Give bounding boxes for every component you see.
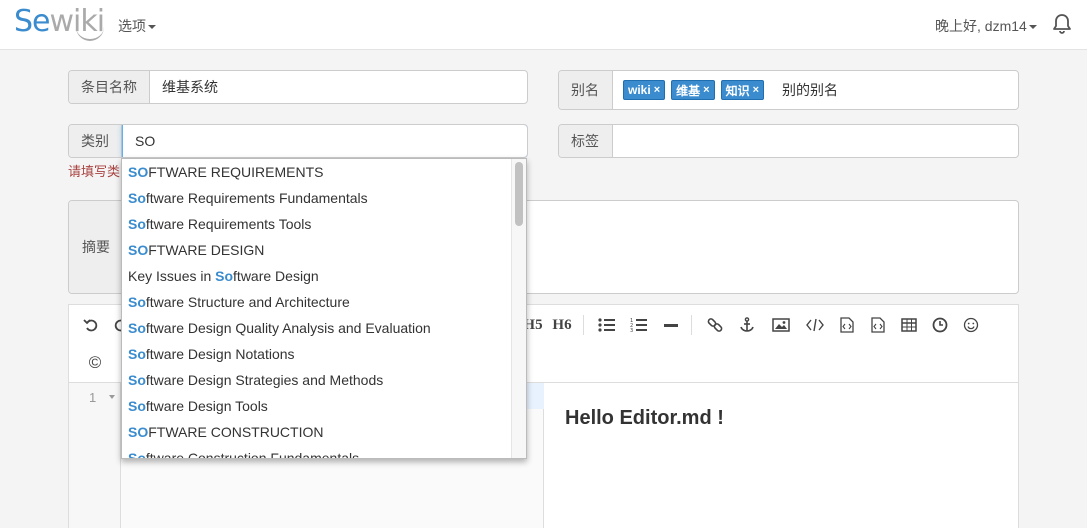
autocomplete-item-rest: ftware Design Tools <box>145 398 268 414</box>
toolbar-divider <box>583 315 584 335</box>
editor-preview-pane: Hello Editor.md ! <box>545 383 1018 528</box>
autocomplete-item[interactable]: Software Requirements Fundamentals <box>122 185 526 211</box>
autocomplete-item-rest: ftware Design <box>233 268 319 284</box>
category-field-group: 类别 SO <box>68 124 528 158</box>
alias-tag: wiki × <box>623 80 666 100</box>
undo-icon[interactable] <box>79 313 103 337</box>
scrollbar-thumb[interactable] <box>515 162 523 226</box>
alias-input[interactable]: wiki × 维基 × 知识 × 别的别名 <box>613 71 1018 109</box>
remove-tag-icon[interactable]: × <box>703 84 709 96</box>
greeting-label: 晚上好, dzm14 <box>935 18 1027 34</box>
dropdown-scrollbar[interactable] <box>511 159 526 458</box>
autocomplete-item-match: So <box>128 372 146 388</box>
autocomplete-item-rest: ftware Design Quality Analysis and Evalu… <box>145 320 431 336</box>
link-icon[interactable] <box>703 313 727 337</box>
svg-text:3: 3 <box>630 328 633 333</box>
tags-field-group: 标签 <box>558 124 1019 158</box>
autocomplete-item[interactable]: Software Construction Fundamentals <box>122 445 526 459</box>
line-gutter: 1 <box>69 383 121 528</box>
autocomplete-item-rest: ftware Design Notations <box>145 346 295 362</box>
autocomplete-item-match: So <box>128 320 146 336</box>
table-icon[interactable] <box>897 313 921 337</box>
remove-tag-icon[interactable]: × <box>654 84 660 96</box>
autocomplete-item-match: So <box>215 268 234 284</box>
tags-input[interactable] <box>613 125 1018 157</box>
autocomplete-item-rest: ftware Structure and Architecture <box>145 294 350 310</box>
user-menu[interactable]: 晚上好, dzm14 <box>935 16 1037 36</box>
autocomplete-list: SOFTWARE REQUIREMENTS Software Requiremen… <box>122 159 526 459</box>
autocomplete-item-match: So <box>128 398 146 414</box>
autocomplete-item-rest: FTWARE REQUIREMENTS <box>148 164 324 180</box>
alias-tag: 维基 × <box>671 80 715 100</box>
bell-icon[interactable] <box>1050 12 1074 36</box>
anchor-icon[interactable] <box>735 313 759 337</box>
summary-label: 摘要 <box>69 201 124 293</box>
autocomplete-item[interactable]: Software Design Tools <box>122 393 526 419</box>
autocomplete-item-match: So <box>128 346 146 362</box>
name-label: 条目名称 <box>69 71 150 103</box>
category-error-message: 请填写类 <box>68 164 121 179</box>
autocomplete-item-match: So <box>128 450 146 459</box>
autocomplete-item-match: So <box>128 294 146 310</box>
options-label: 选项 <box>118 18 146 34</box>
autocomplete-item-rest: FTWARE CONSTRUCTION <box>148 424 324 440</box>
code-block-icon[interactable] <box>835 313 859 337</box>
tags-label: 标签 <box>559 125 613 157</box>
alias-tag: 知识 × <box>720 80 765 100</box>
alias-tag-label: wiki <box>628 83 651 97</box>
chevron-down-icon <box>1028 25 1037 30</box>
autocomplete-item-match: So <box>128 216 146 232</box>
line-number: 1 <box>89 390 97 405</box>
chevron-down-icon <box>148 25 156 30</box>
autocomplete-item[interactable]: Key Issues in Software Design <box>122 263 526 289</box>
alias-label: 别名 <box>559 71 613 109</box>
autocomplete-item-match: SO <box>128 424 149 440</box>
category-autocomplete-dropdown: SOFTWARE REQUIREMENTS Software Requiremen… <box>121 158 527 459</box>
logo-se: Se <box>14 4 50 39</box>
remove-tag-icon[interactable]: × <box>753 84 759 96</box>
code-icon[interactable] <box>803 313 827 337</box>
autocomplete-item[interactable]: SOFTWARE DESIGN <box>122 237 526 263</box>
autocomplete-item[interactable]: Software Requirements Tools <box>122 211 526 237</box>
autocomplete-item-match: So <box>128 190 146 206</box>
h6-button[interactable]: H6 <box>550 313 574 337</box>
unordered-list-icon[interactable] <box>595 313 619 337</box>
preview-heading: Hello Editor.md ! <box>565 407 724 429</box>
name-field-group: 条目名称 维基系统 <box>68 70 528 104</box>
clock-icon[interactable] <box>928 313 952 337</box>
autocomplete-item-rest: ftware Design Strategies and Methods <box>145 372 384 388</box>
autocomplete-item-rest: FTWARE DESIGN <box>148 242 265 258</box>
autocomplete-item[interactable]: SOFTWARE REQUIREMENTS <box>122 159 526 185</box>
autocomplete-item[interactable]: Software Design Strategies and Methods <box>122 367 526 393</box>
category-label: 类别 <box>69 125 122 157</box>
autocomplete-item-match: SO <box>128 164 149 180</box>
alias-text-input[interactable]: 别的别名 <box>782 80 838 100</box>
autocomplete-item-rest: ftware Requirements Tools <box>145 216 312 232</box>
autocomplete-item[interactable]: Software Design Quality Analysis and Eva… <box>122 315 526 341</box>
name-input[interactable]: 维基系统 <box>150 71 527 103</box>
autocomplete-item[interactable]: Software Structure and Architecture <box>122 289 526 315</box>
horizontal-rule-icon[interactable] <box>659 313 683 337</box>
alias-field-group: 别名 wiki × 维基 × 知识 × 别的别名 <box>558 70 1019 110</box>
fold-arrow-icon[interactable] <box>109 395 115 399</box>
preformatted-text-icon[interactable] <box>866 313 890 337</box>
emoji-icon[interactable] <box>959 313 983 337</box>
alias-tag-label: 知识 <box>725 83 750 98</box>
ordered-list-icon[interactable]: 123 <box>627 313 651 337</box>
autocomplete-item-rest: ftware Construction Fundamentals <box>145 450 360 459</box>
autocomplete-item-rest: ftware Requirements Fundamentals <box>145 190 368 206</box>
autocomplete-item-prefix: Key Issues in <box>128 268 216 284</box>
toolbar-divider <box>691 315 692 335</box>
navbar: Sewiki 选项 晚上好, dzm14 <box>0 0 1087 50</box>
alias-tag-label: 维基 <box>676 83 701 98</box>
autocomplete-item[interactable]: SOFTWARE CONSTRUCTION <box>122 419 526 445</box>
autocomplete-item-match: SO <box>128 242 149 258</box>
image-icon[interactable] <box>769 313 793 337</box>
autocomplete-item[interactable]: Software Design Notations <box>122 341 526 367</box>
html-entities-icon[interactable]: © <box>83 351 107 375</box>
category-input[interactable]: SO <box>122 125 527 157</box>
options-menu[interactable]: 选项 <box>118 16 156 36</box>
